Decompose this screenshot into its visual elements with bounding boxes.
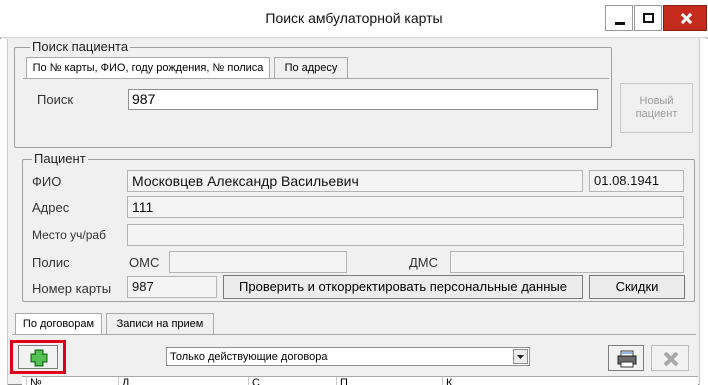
new-patient-button[interactable]: Новый пациент: [620, 83, 693, 133]
window-title: Поиск амбулаторной карты: [265, 10, 443, 26]
chevron-down-icon: [517, 355, 524, 359]
add-contract-button[interactable]: [18, 345, 58, 369]
maximize-button[interactable]: [634, 5, 662, 31]
card-number-label: Номер карты: [32, 281, 112, 296]
column-header[interactable]: Д: [118, 377, 246, 385]
birth-date-field: 01.08.1941: [589, 170, 684, 192]
search-label: Поиск: [37, 92, 74, 107]
minimize-icon: [615, 22, 625, 25]
discounts-button[interactable]: Скидки: [589, 275, 685, 299]
address-field: 111: [127, 196, 684, 218]
bottom-tab-divider: [12, 334, 696, 335]
tab-search-by-card[interactable]: По № карты, ФИО, году рождения, № полиса: [26, 57, 270, 79]
printer-icon: [617, 350, 637, 368]
dms-label: ДМС: [409, 255, 439, 270]
column-header[interactable]: С: [248, 377, 334, 385]
tab-appointments[interactable]: Записи на прием: [106, 313, 214, 335]
contracts-filter-select[interactable]: Только действующие договора: [166, 347, 530, 366]
delete-x-icon: [663, 351, 679, 367]
tab-search-by-address[interactable]: По адресу: [274, 57, 348, 79]
delete-button[interactable]: [651, 345, 689, 371]
close-button[interactable]: [663, 5, 707, 31]
column-header[interactable]: П: [336, 377, 440, 385]
print-button[interactable]: [608, 345, 644, 371]
oms-field: [169, 251, 347, 273]
fio-label: ФИО: [32, 174, 62, 189]
tab-divider: [23, 78, 609, 79]
work-label: Место уч/раб: [32, 228, 106, 242]
contracts-grid-header: № Д С П К: [22, 376, 698, 385]
minimize-button[interactable]: [605, 5, 633, 31]
column-header[interactable]: К: [442, 377, 692, 385]
plus-icon: [30, 349, 48, 367]
policy-label: Полис: [32, 255, 70, 270]
oms-label: ОМС: [129, 255, 160, 270]
search-input[interactable]: 987: [128, 89, 598, 110]
dropdown-button[interactable]: [513, 349, 528, 364]
fio-field: Московцев Александр Васильевич: [127, 170, 583, 192]
dms-field: [450, 251, 684, 273]
card-number-field: 987: [127, 276, 217, 298]
verify-personal-data-button[interactable]: Проверить и откорректировать персональны…: [223, 275, 583, 299]
column-header[interactable]: №: [26, 377, 116, 385]
tab-contracts[interactable]: По договорам: [15, 313, 102, 335]
contracts-filter-value: Только действующие договора: [170, 351, 328, 363]
right-panel-edge: [699, 39, 708, 385]
address-label: Адрес: [32, 200, 70, 215]
maximize-icon: [643, 13, 654, 23]
left-panel-edge: [0, 39, 8, 385]
work-field: [127, 224, 684, 246]
patient-search-legend: Поиск пациента: [30, 39, 131, 55]
patient-legend: Пациент: [32, 151, 88, 167]
